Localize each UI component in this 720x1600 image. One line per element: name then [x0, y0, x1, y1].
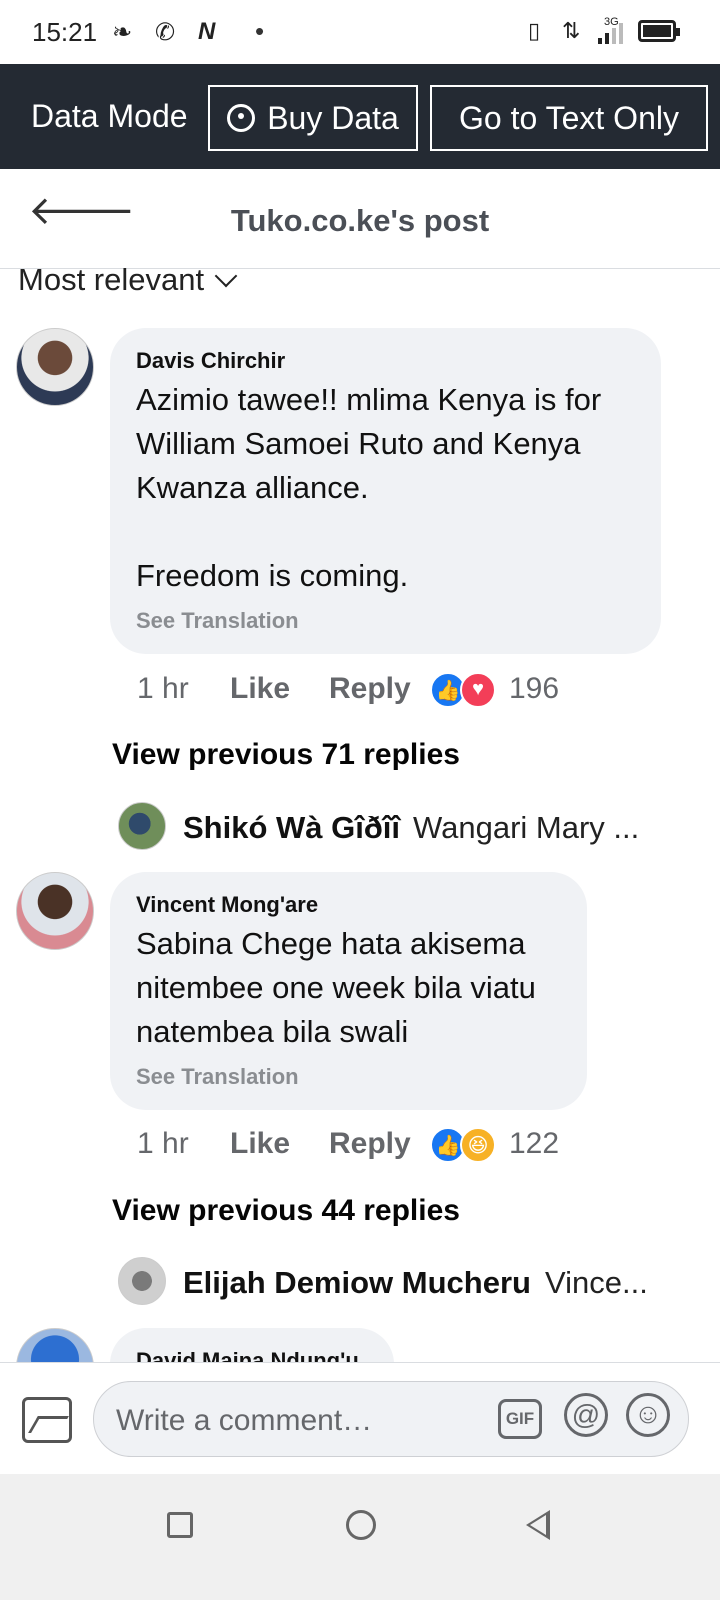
reply-preview[interactable]: Shikó Wà Gîðîî Wangari Mary ... [118, 802, 678, 852]
data-transfer-icon: ⇅ [562, 18, 581, 43]
reply-button[interactable]: Reply [329, 672, 411, 706]
avatar[interactable] [16, 1328, 94, 1362]
reaction-count[interactable]: 196 [509, 672, 559, 706]
like-button[interactable]: Like [230, 1127, 290, 1161]
post-header: 🡐 Tuko.co.ke's post [0, 169, 720, 269]
system-nav-bar [0, 1474, 720, 1600]
comment-author[interactable]: David Maina Ndung'u [136, 1348, 359, 1362]
like-button[interactable]: Like [230, 672, 290, 706]
comment-text: Sabina Chege hata akisema nitembee one w… [136, 926, 536, 1049]
back-icon[interactable] [526, 1510, 550, 1540]
reply-text: Vince... [545, 1265, 648, 1300]
reply-text: Wangari Mary ... [413, 810, 640, 845]
reply-button[interactable]: Reply [329, 1127, 411, 1161]
data-mode-bar: Data Mode Buy Data Go to Text Only [0, 64, 720, 169]
avatar[interactable] [16, 328, 94, 406]
buy-data-label: Buy Data [267, 99, 399, 136]
emoji-icon[interactable]: ☺ [626, 1393, 670, 1437]
status-time: 15:21 [32, 17, 98, 47]
podcast-icon [227, 104, 256, 132]
photo-icon[interactable] [22, 1397, 72, 1443]
reply-preview[interactable]: Elijah Demiow Mucheru Vince... [118, 1257, 678, 1307]
comment-bubble[interactable]: Vincent Mong'are Sabina Chege hata akise… [110, 872, 587, 1110]
buy-data-button[interactable]: Buy Data [208, 85, 418, 151]
comment-author[interactable]: Vincent Mong'are [136, 892, 318, 918]
see-translation-link[interactable]: See Translation [136, 608, 299, 634]
avatar [118, 802, 166, 850]
comment-bubble[interactable]: Davis Chirchir Azimio tawee!! mlima Keny… [110, 328, 661, 654]
comment-text: Azimio tawee!! mlima Kenya is for Willia… [136, 382, 602, 593]
status-bar: 15:21 ❧ ✆ N • ▯ ⇅ 3G [0, 0, 720, 64]
news-app-icon: N [198, 18, 216, 45]
battery-icon [638, 20, 680, 42]
reply-author: Elijah Demiow Mucheru [183, 1265, 531, 1300]
comment-time: 1 hr [137, 672, 189, 705]
signal-icon [598, 22, 628, 44]
avatar[interactable] [16, 872, 94, 950]
recent-apps-icon[interactable] [167, 1512, 193, 1538]
comment-author[interactable]: Davis Chirchir [136, 348, 285, 374]
gif-icon[interactable]: GIF [498, 1399, 542, 1439]
comment-partial: David Maina Ndung'u [0, 1320, 720, 1362]
comment-bubble[interactable]: David Maina Ndung'u [110, 1328, 394, 1362]
view-previous-replies[interactable]: View previous 44 replies [112, 1194, 460, 1228]
reply-author: Shikó Wà Gîðîî [183, 810, 401, 845]
see-translation-link[interactable]: See Translation [136, 1064, 299, 1090]
comment-actions: 1 hr Like Reply 👍 😆 122 [137, 1127, 697, 1167]
text-only-label: Go to Text Only [459, 99, 679, 136]
sort-dropdown[interactable]: Most relevant [18, 262, 238, 298]
app-notification-icon: ❧ [112, 19, 133, 46]
data-mode-label: Data Mode [31, 98, 188, 134]
comment-input[interactable]: Write a comment… GIF @ ☺ [93, 1381, 689, 1457]
avatar [118, 1257, 166, 1305]
love-reaction-icon: ♥ [460, 672, 496, 708]
mention-icon[interactable]: @ [564, 1393, 608, 1437]
home-icon[interactable] [346, 1510, 376, 1540]
reaction-count[interactable]: 122 [509, 1127, 559, 1161]
comment-composer: Write a comment… GIF @ ☺ [0, 1362, 720, 1474]
comment-time: 1 hr [137, 1127, 189, 1160]
comment-actions: 1 hr Like Reply 👍 ♥ 196 [137, 672, 697, 712]
haha-reaction-icon: 😆 [460, 1127, 496, 1163]
text-only-button[interactable]: Go to Text Only [430, 85, 708, 151]
sort-label: Most relevant [18, 262, 205, 297]
comment-placeholder: Write a comment… [116, 1404, 373, 1437]
chevron-down-icon [214, 264, 238, 288]
vibrate-icon: ▯ [528, 18, 541, 43]
page-title: Tuko.co.ke's post [230, 203, 490, 238]
view-previous-replies[interactable]: View previous 71 replies [112, 738, 460, 772]
more-notifications-dot: • [255, 16, 265, 46]
whatsapp-icon: ✆ [155, 19, 176, 46]
